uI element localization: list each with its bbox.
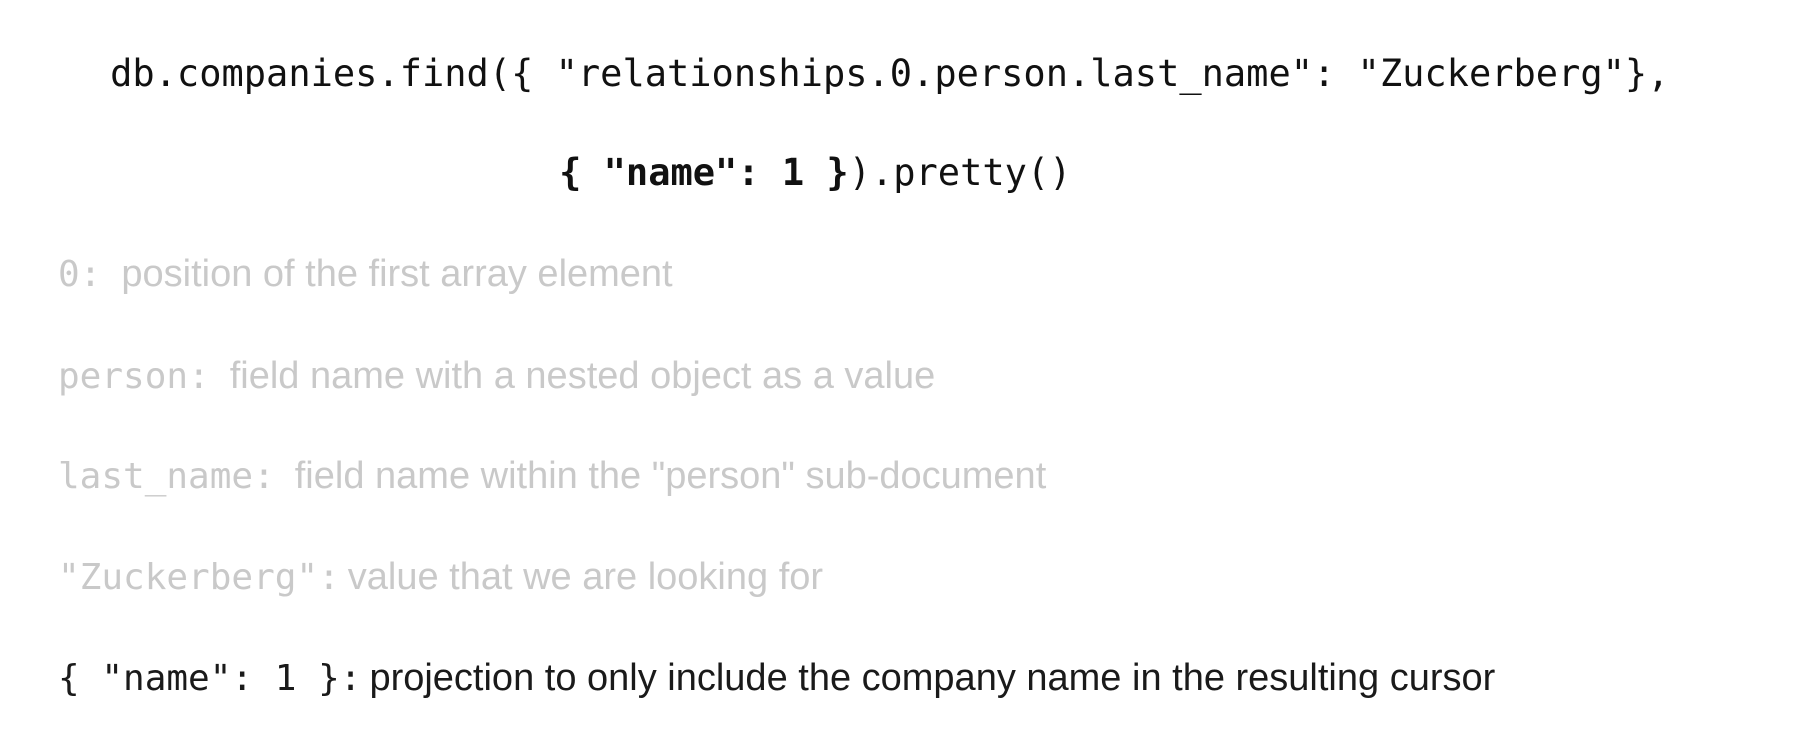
note-key: "Zuckerberg":	[58, 557, 340, 598]
note-key: person:	[58, 356, 210, 397]
note-person-field: person: field name with a nested object a…	[21, 320, 935, 432]
note-description: value that we are looking for	[347, 556, 824, 598]
note-projection: { "name": 1 }: projection to only include…	[21, 622, 1495, 734]
note-key: last_name:	[58, 456, 275, 497]
code-query-text: db.companies.find({ "relationships.0.per…	[110, 52, 1670, 95]
note-description: field name within the "person" sub-docum…	[294, 455, 1047, 497]
code-pretty-call: ).pretty()	[848, 151, 1072, 194]
code-projection-line: { "name": 1 }).pretty()	[470, 117, 1071, 228]
note-description: position of the first array element	[121, 253, 673, 295]
note-key: { "name": 1 }:	[58, 658, 362, 699]
note-array-position: 0: position of the first array element	[21, 218, 673, 330]
note-last-name-field: last_name: field name within the "person"…	[21, 420, 1046, 532]
code-projection-text: { "name": 1 }	[559, 151, 849, 194]
code-query-line: db.companies.find({ "relationships.0.per…	[21, 18, 1669, 129]
note-value: "Zuckerberg": value that we are looking f…	[21, 521, 823, 633]
slide: db.companies.find({ "relationships.0.per…	[0, 0, 1800, 728]
note-key: 0:	[58, 254, 102, 295]
note-description: projection to only include the company n…	[369, 657, 1496, 699]
note-description: field name with a nested object as a val…	[229, 355, 936, 397]
